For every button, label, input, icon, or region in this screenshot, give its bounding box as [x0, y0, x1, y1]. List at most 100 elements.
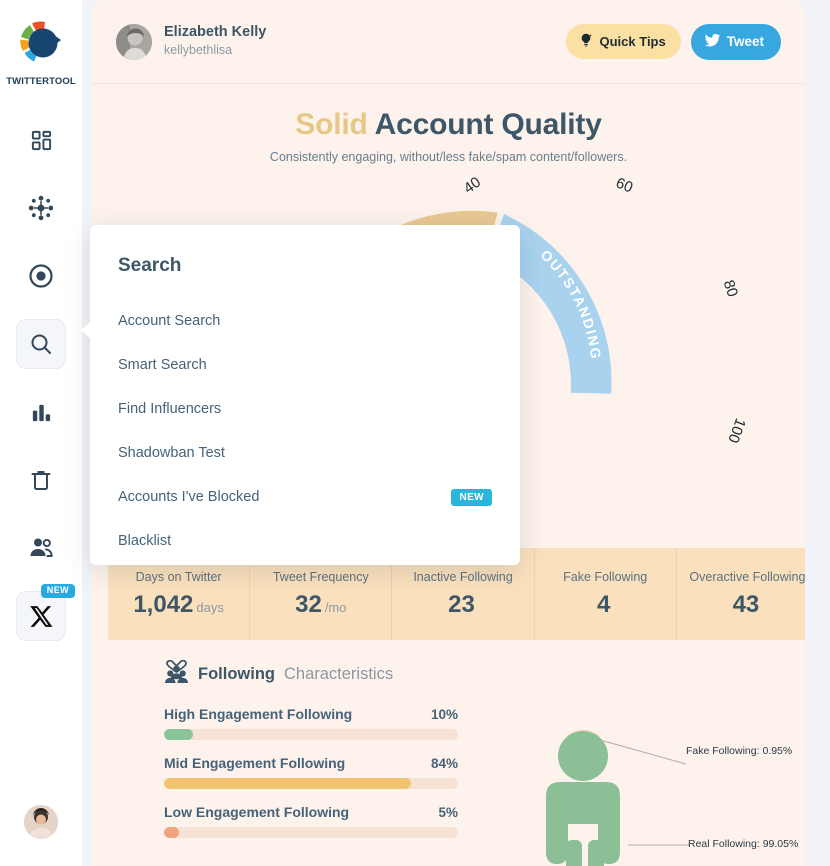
card-header: Elizabeth Kelly kellybethlisa Quick Tips… — [92, 0, 805, 84]
following-figure: Fake Following: 0.95% Real Following: 99… — [518, 720, 805, 866]
stat-value: 23 — [448, 591, 478, 619]
people-icon — [28, 535, 54, 561]
flyout-item-accounts-ive-blocked[interactable]: Accounts I've Blocked NEW — [118, 475, 492, 519]
bar-high-engagement: High Engagement Following 10% — [164, 706, 458, 740]
flyout-pointer-arrow — [81, 321, 91, 339]
lightbulb-icon — [578, 32, 594, 51]
profile-name: Elizabeth Kelly — [164, 24, 267, 41]
stat-overactive-following: Overactive Following 43 — [677, 548, 805, 640]
stat-label: Overactive Following — [689, 569, 805, 584]
profile-avatar[interactable] — [116, 23, 152, 60]
bar-percent: 84% — [430, 756, 458, 771]
bar-label: Mid Engagement Following — [164, 755, 346, 771]
flyout-item-blacklist[interactable]: Blacklist — [118, 519, 492, 563]
search-icon — [29, 332, 53, 356]
sidebar-item-dashboard[interactable] — [16, 115, 66, 165]
stat-number: 32 — [295, 590, 322, 618]
fake-following-callout: Fake Following: 0.95% — [686, 745, 793, 757]
quick-tips-label: Quick Tips — [599, 34, 666, 49]
sidebar: TWITTERTOOL NEW — [0, 0, 82, 866]
sidebar-item-analytics[interactable] — [16, 387, 66, 437]
stat-label: Fake Following — [563, 569, 648, 584]
flyout-item-account-search[interactable]: Account Search — [118, 299, 492, 343]
sidebar-nav: NEW — [16, 115, 75, 641]
stat-number: 4 — [597, 590, 611, 618]
flyout-item-find-influencers[interactable]: Find Influencers — [118, 387, 492, 431]
flyout-item-label: Accounts I've Blocked — [118, 489, 260, 505]
stat-value: 32/mo — [295, 591, 346, 619]
stat-value: 4 — [597, 591, 613, 619]
twittertool-logo-icon — [14, 16, 68, 70]
profile-block: Elizabeth Kelly kellybethlisa — [116, 23, 566, 60]
following-header: Following Characteristics — [108, 659, 805, 688]
stat-unit: days — [196, 599, 224, 615]
page-title: Solid Account Quality — [92, 108, 805, 142]
bar-track — [164, 827, 458, 838]
stat-value: 1,042 days — [133, 591, 224, 619]
logo-text: TWITTERTOOL — [6, 76, 76, 87]
sidebar-item-network[interactable] — [16, 183, 66, 233]
target-circle-icon — [28, 263, 54, 289]
app-root: TWITTERTOOL NEW Elizabeth Kelly kellybet… — [0, 0, 830, 866]
flyout-title: Search — [118, 255, 182, 276]
profile-handle: kellybethlisa — [164, 43, 233, 58]
engagement-bars: High Engagement Following 10% Mid Engage… — [108, 706, 458, 838]
bar-label: Low Engagement Following — [164, 804, 350, 820]
profile-text: Elizabeth Kelly kellybethlisa — [164, 23, 266, 59]
stat-number: 1,042 — [133, 590, 194, 618]
bar-percent: 5% — [438, 805, 458, 820]
tweet-button[interactable]: Tweet — [690, 23, 781, 60]
sidebar-item-target[interactable] — [16, 251, 66, 301]
people-group-icon — [164, 659, 189, 688]
tweet-label: Tweet — [726, 34, 764, 49]
bar-mid-engagement: Mid Engagement Following 84% — [164, 755, 458, 789]
trash-icon — [29, 468, 53, 492]
quick-tips-button[interactable]: Quick Tips — [565, 24, 681, 59]
avatar[interactable] — [24, 805, 58, 839]
flyout-item-label: Smart Search — [118, 357, 207, 373]
flyout-item-label: Account Search — [118, 313, 221, 329]
bar-chart-icon — [30, 401, 53, 424]
new-badge: NEW — [40, 584, 75, 598]
bar-track — [164, 778, 458, 789]
bar-low-engagement: Low Engagement Following 5% — [164, 804, 458, 838]
flyout-item-shadowban-test[interactable]: Shadowban Test — [118, 431, 492, 475]
twitter-bird-icon — [704, 32, 721, 52]
gauge-tick-80: 80 — [719, 277, 742, 300]
app-logo[interactable]: TWITTERTOOL — [6, 16, 76, 87]
stat-label: Tweet Frequency — [272, 569, 369, 584]
flyout-item-label: Blacklist — [118, 533, 172, 549]
following-title-bold: Following — [198, 664, 275, 683]
stat-unit: /mo — [324, 599, 347, 615]
sidebar-item-x-platform[interactable]: NEW — [16, 584, 75, 641]
page-subtitle: Consistently engaging, without/less fake… — [269, 150, 628, 164]
flyout-item-label: Find Influencers — [118, 401, 222, 417]
flyout-item-label: Shadowban Test — [118, 445, 225, 461]
real-following-callout: Real Following: 99.05% — [688, 838, 799, 850]
network-nodes-icon — [28, 195, 54, 221]
stat-value: 43 — [733, 591, 763, 619]
bar-fill — [164, 778, 411, 789]
following-title-light: Characteristics — [283, 664, 394, 683]
bar-label: High Engagement Following — [164, 706, 353, 722]
x-logo-icon — [29, 604, 54, 629]
search-flyout-panel: Search Account Search Smart Search Find … — [81, 225, 520, 565]
title-rest: Account Quality — [374, 108, 602, 141]
sidebar-item-cleanup[interactable] — [16, 455, 66, 505]
stat-fake-following: Fake Following 4 — [535, 548, 677, 640]
sidebar-item-search[interactable] — [16, 319, 66, 369]
bar-percent: 10% — [430, 707, 458, 722]
new-chip: NEW — [451, 488, 492, 506]
bar-fill — [164, 827, 179, 838]
bar-fill — [164, 729, 194, 740]
following-characteristics-section: Following Characteristics High Engagemen… — [108, 659, 805, 866]
flyout-item-smart-search[interactable]: Smart Search — [118, 343, 492, 387]
stat-label: Days on Twitter — [135, 569, 222, 584]
title-block: Solid Account Quality Consistently engag… — [92, 84, 805, 164]
stat-number: 23 — [448, 590, 475, 618]
sidebar-item-audience[interactable] — [16, 523, 66, 573]
stat-number: 43 — [732, 590, 760, 618]
header-actions: Quick Tips Tweet — [565, 23, 781, 60]
stat-label: Inactive Following — [413, 569, 513, 584]
bar-track — [164, 729, 458, 740]
